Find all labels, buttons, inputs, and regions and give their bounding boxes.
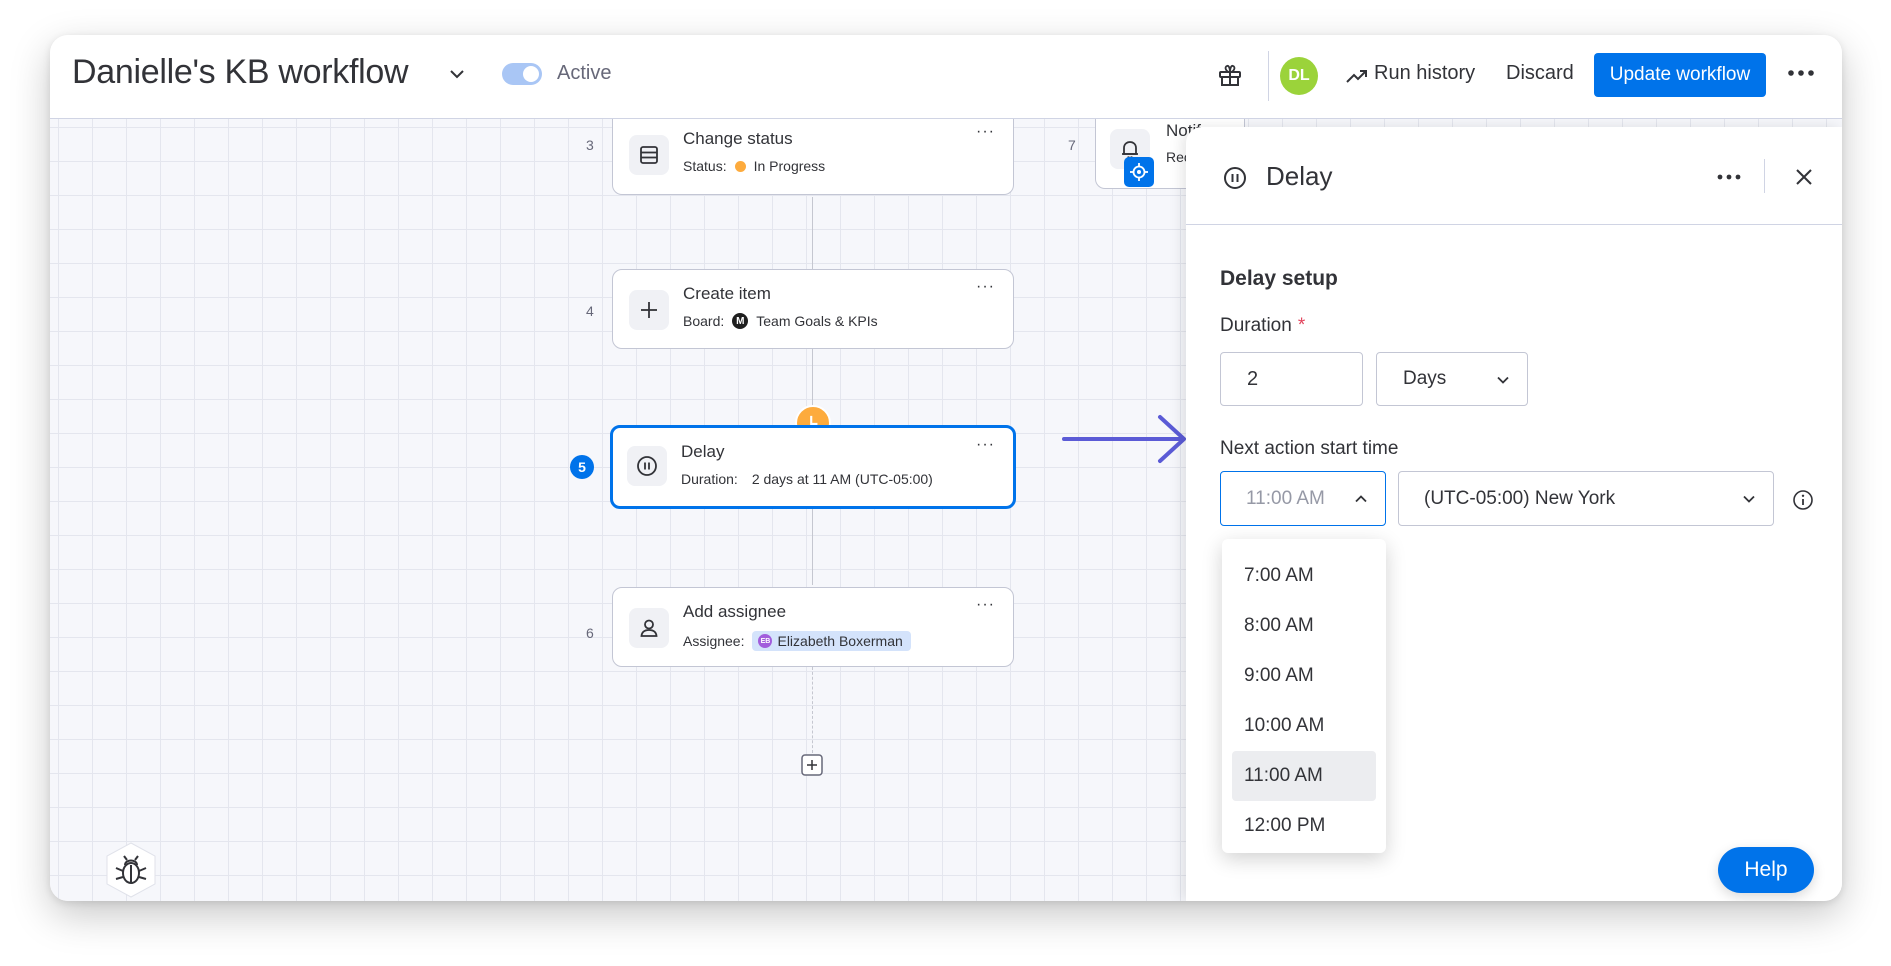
delay-settings-panel: Delay Delay setup Duration* Days Next ac… (1186, 127, 1842, 901)
node-sub-label: Assignee: (683, 633, 745, 649)
active-toggle[interactable] (502, 63, 542, 85)
step-number: 7 (1068, 137, 1076, 153)
more-options-icon[interactable] (1714, 169, 1744, 185)
active-label: Active (557, 62, 612, 84)
duration-input[interactable] (1220, 352, 1363, 406)
node-title: Change status (683, 129, 793, 148)
node-title: Delay (681, 442, 725, 461)
node-subtitle: Assignee: EB Elizabeth Boxerman (683, 631, 911, 651)
duration-unit-select[interactable]: Days (1376, 352, 1528, 406)
start-time-select[interactable]: 11:00 AM (1220, 471, 1386, 526)
connector-line (812, 197, 813, 269)
panel-title: Delay (1266, 161, 1333, 191)
pause-icon (627, 446, 667, 486)
app-window: Danielle's KB workflow Active DL Run his… (50, 35, 1842, 901)
node-sub-value: Team Goals & KPIs (756, 313, 878, 329)
workflow-title[interactable]: Danielle's KB workflow (72, 53, 409, 92)
workflow-node-change-status[interactable]: Change status Status: In Progress ··· (612, 115, 1014, 195)
step-number-badge: 5 (570, 455, 594, 479)
workflow-header: Danielle's KB workflow Active DL Run his… (50, 35, 1842, 119)
node-subtitle: Status: In Progress (683, 158, 825, 174)
node-more-button[interactable]: ··· (976, 278, 995, 296)
time-option[interactable]: 9:00 AM (1232, 651, 1376, 701)
crosshair-icon[interactable] (1124, 157, 1154, 187)
step-number: 6 (586, 625, 594, 641)
timezone-value: (UTC-05:00) New York (1424, 488, 1616, 509)
discard-button[interactable]: Discard (1506, 62, 1574, 85)
assignee-chip[interactable]: EB Elizabeth Boxerman (752, 631, 911, 651)
node-sub-label: Duration: (681, 471, 738, 487)
bug-icon[interactable] (102, 841, 160, 899)
panel-header: Delay (1186, 127, 1842, 225)
required-mark: * (1297, 315, 1306, 336)
table-icon (629, 135, 669, 175)
next-action-label: Next action start time (1220, 438, 1399, 459)
time-option[interactable]: 12:00 PM (1232, 801, 1376, 851)
person-icon (629, 608, 669, 648)
node-sub-value: 2 days at 11 AM (UTC-05:00) (751, 471, 933, 487)
panel-divider (1764, 159, 1765, 193)
chevron-up-icon (1355, 495, 1367, 503)
assignee-name: Elizabeth Boxerman (777, 633, 903, 649)
info-icon[interactable] (1792, 489, 1814, 511)
time-option[interactable]: 7:00 AM (1232, 551, 1376, 601)
connector-line-dashed (812, 667, 813, 753)
update-workflow-button[interactable]: Update workflow (1594, 53, 1766, 97)
assignee-avatar: EB (758, 634, 773, 648)
help-button[interactable]: Help (1718, 847, 1814, 893)
chevron-down-icon (1497, 376, 1509, 384)
close-icon[interactable] (1794, 167, 1814, 187)
node-sub-value: In Progress (753, 158, 826, 174)
node-subtitle: Duration: 2 days at 11 AM (UTC-05:00) (681, 471, 933, 487)
connector-line (812, 509, 813, 585)
gift-icon[interactable] (1216, 61, 1244, 89)
node-title: Create item (683, 284, 771, 303)
workflow-node-delay[interactable]: Delay Duration: 2 days at 11 AM (UTC-05:… (610, 425, 1016, 509)
add-step-icon[interactable] (800, 753, 824, 777)
board-logo-icon: M (732, 313, 749, 329)
node-more-button[interactable]: ··· (976, 436, 995, 454)
time-option-selected[interactable]: 11:00 AM (1232, 751, 1376, 801)
node-sub-label: Board: (683, 313, 725, 329)
start-time-value: 11:00 AM (1246, 488, 1325, 509)
pause-icon (1224, 167, 1246, 189)
chevron-down-icon (1743, 495, 1755, 503)
run-history-button[interactable]: Run history (1374, 62, 1475, 85)
arrow-annotation-icon (1062, 415, 1186, 463)
status-dot (734, 160, 746, 172)
step-number: 4 (586, 303, 594, 319)
user-avatar[interactable]: DL (1280, 57, 1318, 95)
trend-icon[interactable] (1345, 65, 1369, 87)
plus-icon (629, 290, 669, 330)
node-more-button[interactable]: ··· (976, 123, 995, 141)
workflow-node-create-item[interactable]: Create item Board: M Team Goals & KPIs ·… (612, 269, 1014, 349)
chevron-down-icon[interactable] (446, 63, 468, 85)
step-number: 3 (586, 137, 594, 153)
section-heading: Delay setup (1220, 267, 1338, 290)
node-more-button[interactable]: ··· (976, 596, 995, 614)
duration-label: Duration * (1220, 315, 1305, 337)
node-sub-label: Status: (683, 158, 727, 174)
duration-unit-value: Days (1403, 368, 1447, 389)
workflow-node-add-assignee[interactable]: Add assignee Assignee: EB Elizabeth Boxe… (612, 587, 1014, 667)
time-options-dropdown: 7:00 AM 8:00 AM 9:00 AM 10:00 AM 11:00 A… (1222, 539, 1386, 853)
time-option[interactable]: 10:00 AM (1232, 701, 1376, 751)
timezone-select[interactable]: (UTC-05:00) New York (1398, 471, 1774, 526)
more-options-icon[interactable] (1786, 63, 1816, 83)
node-subtitle: Board: M Team Goals & KPIs (683, 313, 878, 329)
duration-label-text: Duration (1220, 315, 1292, 336)
time-option[interactable]: 8:00 AM (1232, 601, 1376, 651)
node-title: Add assignee (683, 602, 787, 621)
header-divider (1268, 51, 1269, 101)
